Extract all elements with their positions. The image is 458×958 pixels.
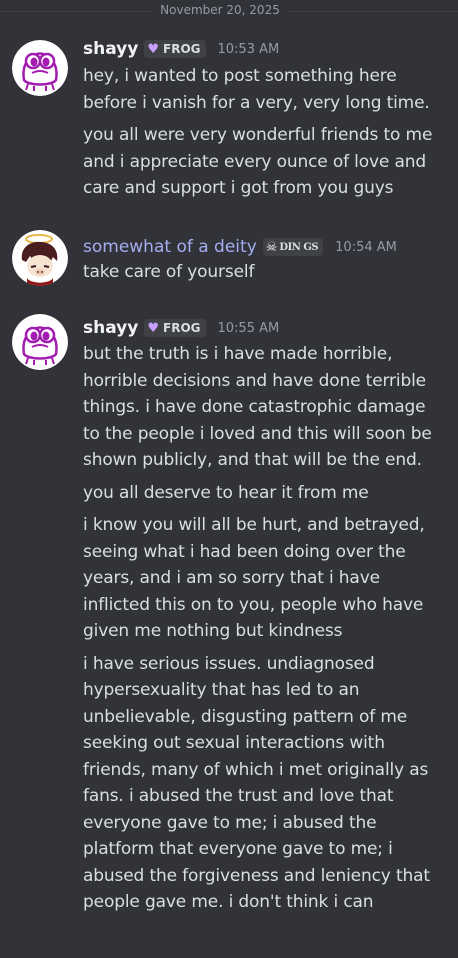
skull-icon: ☠ xyxy=(265,239,278,255)
avatar[interactable] xyxy=(12,230,68,286)
server-tag[interactable]: ☠ DIN GS xyxy=(262,238,324,256)
date-divider-label: November 20, 2025 xyxy=(160,3,280,17)
server-tag-label: FROG xyxy=(163,42,201,56)
frog-avatar-icon xyxy=(12,40,68,96)
username[interactable]: shayy xyxy=(83,39,138,59)
message-content: hey, i wanted to post something here bef… xyxy=(83,63,445,202)
message-text: but the truth is i have made horrible, h… xyxy=(83,344,432,470)
timestamp[interactable]: 10:53 AM xyxy=(218,42,280,57)
server-tag-label: FROG xyxy=(163,321,201,335)
username[interactable]: somewhat of a deity xyxy=(83,237,257,257)
message-text: i know you will all be hurt, and betraye… xyxy=(83,515,425,641)
message-text: you all were very wonderful friends to m… xyxy=(83,125,433,198)
frog-avatar-icon xyxy=(12,314,68,370)
chat-messages: November 20, 2025 shayy ♥ FROG 10:53 AM xyxy=(0,0,458,958)
divider-line-left xyxy=(0,11,150,12)
message-text: i have serious issues. undiagnosed hyper… xyxy=(83,653,430,913)
server-tag[interactable]: ♥ FROG xyxy=(144,319,206,337)
message-text: hey, i wanted to post something here bef… xyxy=(83,66,430,113)
message-text: take care of yourself xyxy=(83,262,255,282)
deity-avatar-icon xyxy=(12,230,68,286)
divider-line-right xyxy=(290,11,458,12)
message-content: but the truth is i have made horrible, h… xyxy=(83,341,445,916)
message-header: shayy ♥ FROG 10:53 AM xyxy=(83,38,279,60)
server-tag[interactable]: ♥ FROG xyxy=(144,40,206,58)
timestamp[interactable]: 10:55 AM xyxy=(218,321,280,336)
username[interactable]: shayy xyxy=(83,318,138,338)
avatar[interactable] xyxy=(12,40,68,96)
message-content: take care of yourself xyxy=(83,259,445,286)
date-divider: November 20, 2025 xyxy=(0,0,458,26)
message-text: you all deserve to hear it from me xyxy=(83,482,369,503)
message-header: shayy ♥ FROG 10:55 AM xyxy=(83,317,279,339)
purple-heart-icon: ♥ xyxy=(147,41,159,57)
server-tag-label: DIN GS xyxy=(279,241,319,253)
avatar[interactable] xyxy=(12,314,68,370)
message-header: somewhat of a deity ☠ DIN GS 10:54 AM xyxy=(83,236,397,258)
timestamp[interactable]: 10:54 AM xyxy=(335,240,397,255)
purple-heart-icon: ♥ xyxy=(147,320,159,336)
